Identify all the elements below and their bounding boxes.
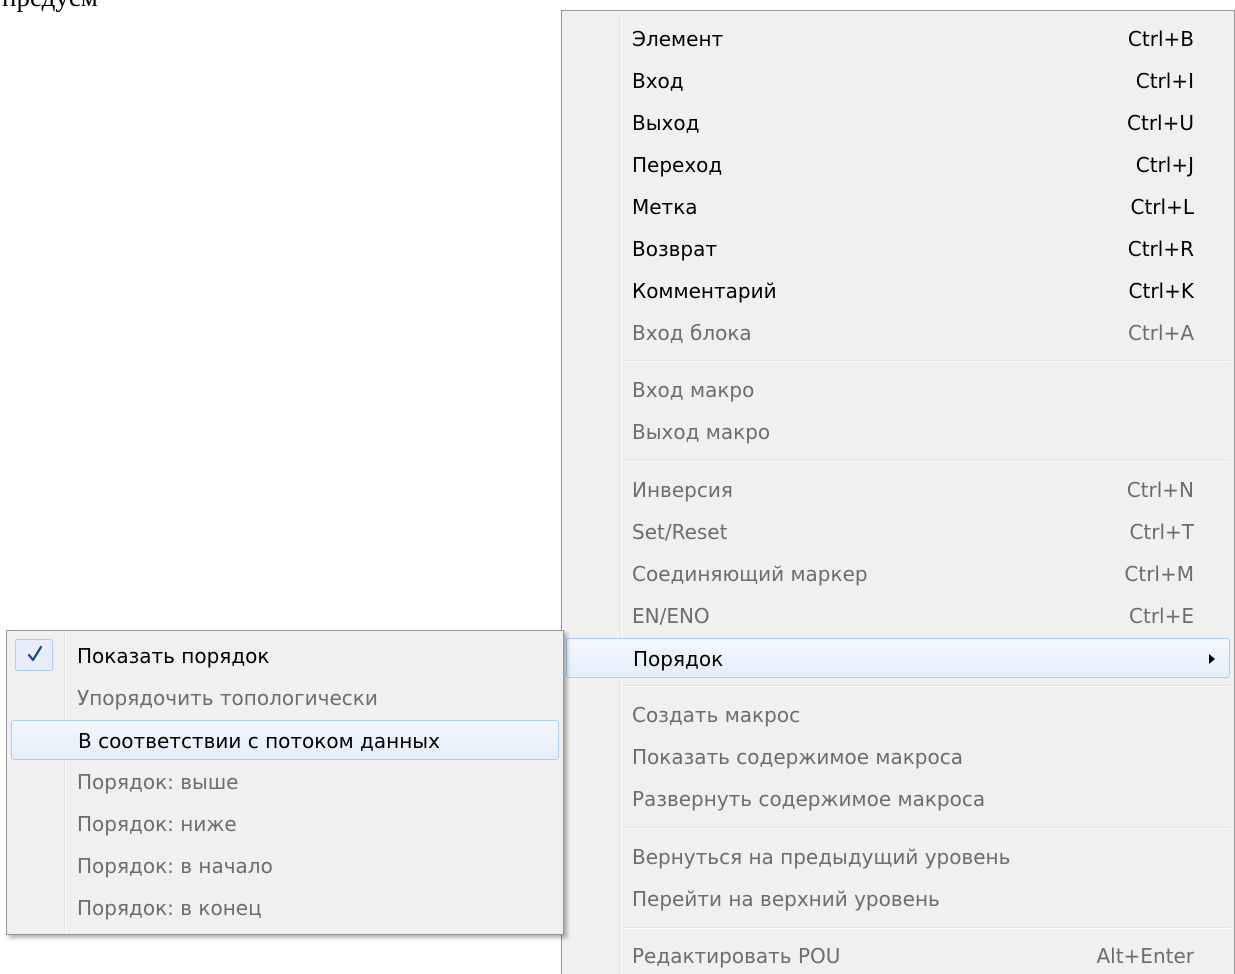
context-menu: Элемент Ctrl+B Вход Ctrl+I Выход Ctrl+U …	[561, 10, 1235, 974]
menu-item-label: Вход блока	[632, 321, 752, 345]
menu-item-label: Элемент	[632, 27, 724, 51]
menu-separator	[624, 685, 1230, 687]
menu-item-macro-input: Вход макро	[566, 370, 1230, 410]
menu-item-output[interactable]: Выход Ctrl+U	[566, 103, 1230, 143]
menu-item-top-level: Перейти на верхний уровень	[566, 879, 1230, 919]
menu-item-label: Вход макро	[632, 378, 755, 402]
menu-item-label: Редактировать POU	[632, 944, 841, 968]
menu-item-shortcut: Ctrl+L	[1130, 195, 1195, 219]
menu-separator	[624, 360, 1230, 362]
check-frame	[15, 639, 53, 671]
menu-item-shortcut: Ctrl+E	[1129, 604, 1194, 628]
menu-item-shortcut: Ctrl+J	[1135, 153, 1194, 177]
submenu-item-topological: Упорядочить топологически	[11, 678, 559, 718]
menu-item-macro-output: Выход макро	[566, 412, 1230, 452]
menu-item-label: Вернуться на предыдущий уровень	[632, 845, 1011, 869]
menu-item-shortcut: Ctrl+M	[1124, 562, 1194, 586]
menu-item-label: Создать макрос	[632, 703, 801, 727]
menu-item-label-mark[interactable]: Метка Ctrl+L	[566, 187, 1230, 227]
menu-item-connector-marker: Соединяющий маркер Ctrl+M	[566, 554, 1230, 594]
menu-item-label: Метка	[632, 195, 698, 219]
menu-item-order[interactable]: Порядок	[566, 638, 1230, 678]
menu-item-label: Выход	[632, 111, 700, 135]
submenu-item-order-to-end: Порядок: в конец	[11, 888, 559, 928]
submenu-item-order-down: Порядок: ниже	[11, 804, 559, 844]
menu-item-label: Выход макро	[632, 420, 771, 444]
submenu-item-label: Порядок: выше	[77, 770, 239, 794]
menu-item-return[interactable]: Возврат Ctrl+R	[566, 229, 1230, 269]
submenu-item-label: Порядок: в конец	[77, 896, 262, 920]
menu-item-comment[interactable]: Комментарий Ctrl+K	[566, 271, 1230, 311]
order-submenu: Показать порядок Упорядочить топологичес…	[6, 630, 564, 935]
menu-item-set-reset: Set/Reset Ctrl+T	[566, 512, 1230, 552]
menu-item-label: Вход	[632, 69, 684, 93]
menu-separator	[624, 460, 1230, 462]
menu-item-jump[interactable]: Переход Ctrl+J	[566, 145, 1230, 185]
menu-item-shortcut: Alt+Enter	[1096, 944, 1194, 968]
submenu-item-label: Порядок: ниже	[77, 812, 237, 836]
menu-item-inversion: Инверсия Ctrl+N	[566, 470, 1230, 510]
menu-item-label: Развернуть содержимое макроса	[632, 787, 986, 811]
menu-item-edit-pou: Редактировать POU Alt+Enter	[566, 936, 1230, 974]
menu-item-label: Set/Reset	[632, 520, 728, 544]
menu-item-element[interactable]: Элемент Ctrl+B	[566, 19, 1230, 59]
menu-item-shortcut: Ctrl+K	[1128, 279, 1194, 303]
menu-item-input[interactable]: Вход Ctrl+I	[566, 61, 1230, 101]
menu-item-label: Показать содержимое макроса	[632, 745, 963, 769]
menu-item-block-input: Вход блока Ctrl+A	[566, 313, 1230, 353]
menu-item-label: Инверсия	[632, 478, 733, 502]
submenu-item-label: Упорядочить топологически	[77, 686, 378, 710]
menu-item-label: Соединяющий маркер	[632, 562, 868, 586]
check-icon	[27, 645, 43, 662]
menu-item-shortcut: Ctrl+A	[1127, 321, 1194, 345]
submenu-item-label: Порядок: в начало	[77, 854, 273, 878]
submenu-item-data-flow[interactable]: В соответствии с потоком данных	[11, 720, 559, 760]
menu-item-label: Переход	[632, 153, 723, 177]
menu-item-label: EN/ENO	[632, 604, 710, 628]
menu-item-shortcut: Ctrl+R	[1127, 237, 1194, 261]
menu-item-expand-macro-content: Развернуть содержимое макроса	[566, 779, 1230, 819]
menu-item-shortcut: Ctrl+U	[1127, 111, 1194, 135]
menu-item-shortcut: Ctrl+I	[1135, 69, 1194, 93]
submenu-item-label: В соответствии с потоком данных	[78, 729, 440, 753]
menu-item-en-eno: EN/ENO Ctrl+E	[566, 596, 1230, 636]
menu-item-show-macro-content: Показать содержимое макроса	[566, 737, 1230, 777]
menu-item-create-macro: Создать макрос	[566, 695, 1230, 735]
menu-item-label: Возврат	[632, 237, 717, 261]
menu-item-shortcut: Ctrl+B	[1127, 27, 1194, 51]
menu-item-shortcut: Ctrl+N	[1126, 478, 1194, 502]
menu-item-label: Перейти на верхний уровень	[632, 887, 940, 911]
menu-item-shortcut: Ctrl+T	[1129, 520, 1194, 544]
menu-separator	[624, 827, 1230, 829]
chevron-right-icon	[1209, 654, 1215, 664]
menu-item-label: Порядок	[633, 647, 724, 671]
submenu-item-show-order[interactable]: Показать порядок	[11, 636, 559, 676]
submenu-item-order-to-start: Порядок: в начало	[11, 846, 559, 886]
background-document-text: предусм	[2, 0, 98, 13]
menu-separator	[624, 927, 1230, 929]
menu-item-label: Комментарий	[632, 279, 777, 303]
submenu-item-order-up: Порядок: выше	[11, 762, 559, 802]
submenu-item-label: Показать порядок	[77, 644, 270, 668]
menu-item-previous-level: Вернуться на предыдущий уровень	[566, 837, 1230, 877]
